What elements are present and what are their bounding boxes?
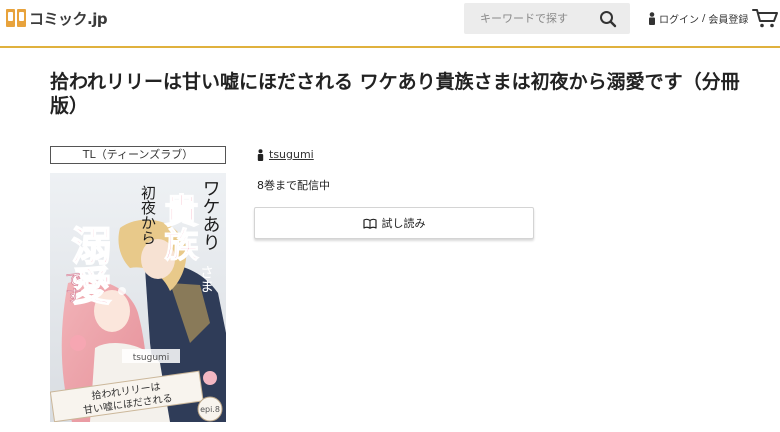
search-input[interactable]: [464, 3, 594, 34]
trial-read-label: 試し読み: [381, 217, 426, 230]
person-icon: [649, 11, 655, 25]
genre-badge[interactable]: TL（ティーンズラブ）: [50, 146, 226, 164]
login-link[interactable]: ログイン: [659, 11, 699, 26]
search-box: [464, 3, 630, 34]
cover-image[interactable]: 溺愛 ワケあり 貴族 初夜から さま です tsugumi 拾われリリーは 甘い…: [50, 173, 226, 422]
account-links: ログイン / 会員登録: [648, 10, 748, 26]
cover-title-sama: さま: [198, 265, 214, 293]
cover-author: tsugumi: [133, 353, 170, 363]
cover-title-desu: です: [63, 271, 82, 303]
site-logo[interactable]: コミック.jp: [6, 6, 108, 30]
cart-icon[interactable]: [752, 7, 778, 29]
register-link[interactable]: 会員登録: [708, 11, 748, 26]
cover-illustration: 溺愛 ワケあり 貴族 初夜から さま です tsugumi 拾われリリーは 甘い…: [50, 173, 226, 422]
link-separator: /: [702, 12, 706, 24]
author-row: tsugumi: [257, 148, 314, 161]
cover-title-side: 貴族: [158, 193, 198, 261]
cover-title-small: 初夜から: [139, 185, 157, 245]
cover-ep-label: epi.8: [200, 405, 220, 414]
open-book-icon: [362, 218, 377, 229]
logo-text: コミック.jp: [29, 9, 108, 28]
trial-read-button[interactable]: 試し読み: [254, 207, 534, 239]
product-title: 拾われリリーは甘い嘘にほだされる ワケあり貴族さまは初夜から溺愛です（分冊版）: [50, 71, 740, 117]
search-icon[interactable]: [599, 10, 617, 28]
cover-title-top: ワケあり: [200, 179, 221, 251]
author-link[interactable]: tsugumi: [269, 148, 314, 161]
person-icon: [257, 148, 264, 161]
volume-status: 8巻まで配信中: [257, 179, 330, 192]
book-logo-icon: [6, 9, 26, 27]
site-header: コミック.jp ログイン / 会員登録: [0, 0, 780, 48]
